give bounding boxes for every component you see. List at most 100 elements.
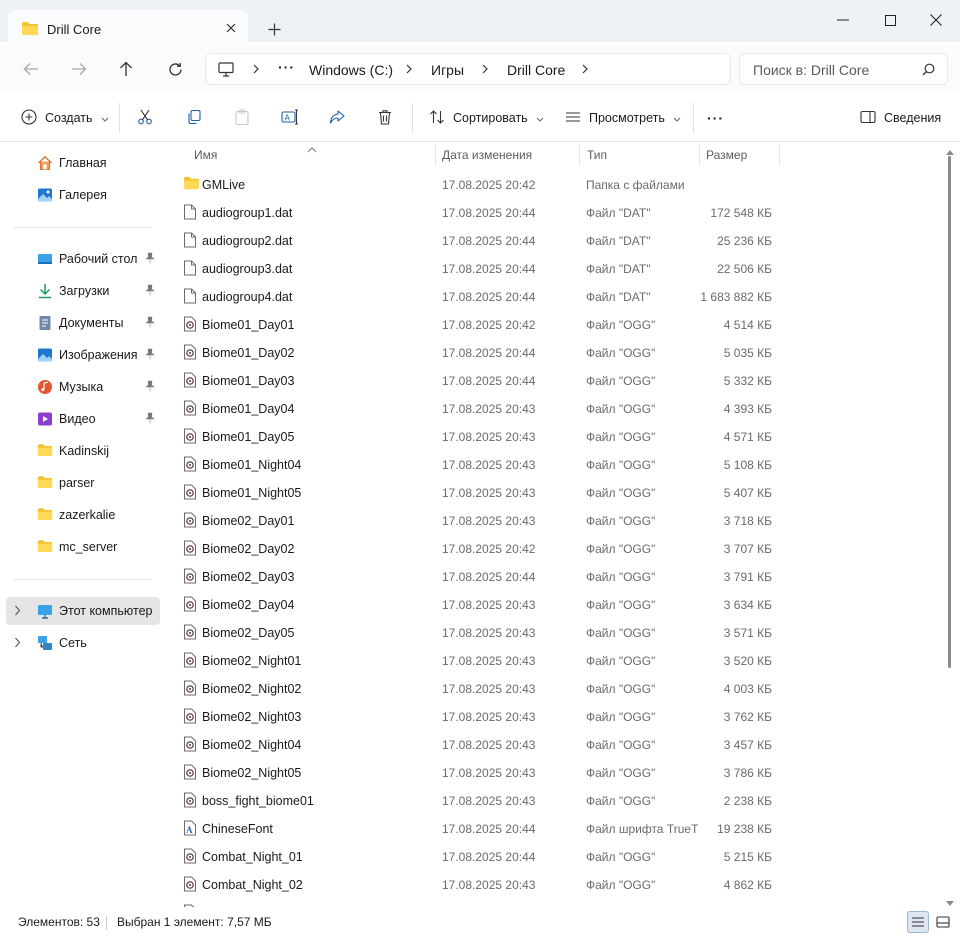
file-row[interactable]: Biome02_Day05 17.08.2025 20:43 Файл "OGG" 3… [163, 618, 943, 646]
file-row[interactable]: Combat_Night_01 17.08.2025 20:44 Файл "OGG… [163, 842, 943, 870]
nav-item-network[interactable]: Сеть [6, 629, 160, 657]
chevron-right-icon[interactable] [581, 62, 589, 79]
file-row[interactable]: boss_fight_biome01 17.08.2025 20:43 Файл "… [163, 786, 943, 814]
nav-item-desktop[interactable]: Рабочий стол [6, 245, 160, 273]
file-row[interactable]: Biome01_Day03 17.08.2025 20:44 Файл "OGG" 5… [163, 366, 943, 394]
address-bar[interactable]: ··· Windows (C:) Игры Drill Core [205, 53, 731, 85]
nav-item-gallery[interactable]: Галерея [6, 181, 160, 209]
nav-item-documents[interactable]: Документы [6, 309, 160, 337]
close-window-button[interactable] [923, 8, 949, 32]
file-row[interactable]: audiogroup1.dat 17.08.2025 20:44 Файл "DAT… [163, 198, 943, 226]
nav-item-home[interactable]: Главная [6, 149, 160, 177]
chevron-down-icon [101, 111, 109, 125]
file-row[interactable]: Biome02_Night04 17.08.2025 20:43 Файл "OGG… [163, 730, 943, 758]
column-header-type[interactable]: Тип [587, 142, 607, 168]
nav-item-downloads[interactable]: Загрузки [6, 277, 160, 305]
chevron-right-icon[interactable] [481, 62, 489, 79]
file-row[interactable]: Biome02_Night03 17.08.2025 20:43 Файл "OGG… [163, 702, 943, 730]
file-row[interactable]: Biome02_Day03 17.08.2025 20:44 Файл "OGG" 3… [163, 562, 943, 590]
details-button[interactable]: Сведения [860, 106, 941, 130]
file-row[interactable]: Combat_Night_02 17.08.2025 20:43 Файл "OGG… [163, 870, 943, 898]
chevron-right-icon[interactable] [252, 62, 260, 79]
search-box[interactable] [739, 53, 948, 85]
vertical-scrollbar[interactable] [943, 142, 957, 907]
pin-icon[interactable] [145, 284, 155, 299]
file-type: Файл "OGG" [586, 542, 656, 556]
create-button[interactable]: Создать [21, 106, 109, 130]
share-button[interactable] [329, 106, 345, 130]
back-button[interactable] [19, 57, 43, 81]
chevron-right-icon[interactable] [14, 605, 21, 619]
nav-item-folder-zazerkalie[interactable]: zazerkalie [6, 501, 160, 529]
file-row[interactable]: Biome02_Day01 17.08.2025 20:43 Файл "OGG" 3… [163, 506, 943, 534]
file-row[interactable]: Biome02_Day04 17.08.2025 20:43 Файл "OGG" 3… [163, 590, 943, 618]
pin-icon[interactable] [145, 380, 155, 395]
refresh-button[interactable] [163, 57, 187, 81]
nav-item-video[interactable]: Видео [6, 405, 160, 433]
search-icon[interactable] [922, 63, 935, 79]
file-date: 17.08.2025 20:43 [442, 486, 536, 500]
file-row[interactable]: Biome01_Day04 17.08.2025 20:43 Файл "OGG" 4… [163, 394, 943, 422]
file-row[interactable]: Biome02_Night01 17.08.2025 20:43 Файл "OGG… [163, 646, 943, 674]
file-row[interactable]: Biome02_Night02 17.08.2025 20:43 Файл "OGG… [163, 674, 943, 702]
file-row[interactable]: audiogroup2.dat 17.08.2025 20:44 Файл "DAT… [163, 226, 943, 254]
file-row[interactable]: audiogroup4.dat 17.08.2025 20:44 Файл "DAT… [163, 282, 943, 310]
nav-item-folder-parser[interactable]: parser [6, 469, 160, 497]
rename-button[interactable]: A [281, 106, 299, 130]
file-row[interactable]: Combat_Night_0317.08.2025 20:44Файл "OGG… [163, 898, 943, 907]
search-input[interactable] [753, 61, 923, 79]
file-row[interactable]: audiogroup3.dat 17.08.2025 20:44 Файл "DAT… [163, 254, 943, 282]
tab-drill-core[interactable]: Drill Core [8, 10, 248, 46]
column-divider[interactable] [779, 144, 780, 166]
file-row[interactable]: Biome01_Day01 17.08.2025 20:42 Файл "OGG" 4… [163, 310, 943, 338]
file-row[interactable]: Biome02_Night05 17.08.2025 20:43 Файл "OGG… [163, 758, 943, 786]
details-view-button[interactable] [907, 911, 929, 933]
minimize-button[interactable] [830, 8, 856, 32]
forward-button[interactable] [67, 57, 91, 81]
nav-item-folder-mc-server[interactable]: mc_server [6, 533, 160, 561]
more-options-button[interactable]: ··· [707, 106, 724, 130]
file-row[interactable]: Biome01_Night05 17.08.2025 20:43 Файл "OGG… [163, 478, 943, 506]
copy-button[interactable] [186, 106, 202, 130]
column-header-date[interactable]: Дата изменения [442, 142, 532, 168]
column-divider[interactable] [579, 144, 580, 166]
chevron-right-icon[interactable] [14, 637, 21, 651]
sort-button[interactable]: Сортировать [429, 106, 544, 130]
pin-icon[interactable] [145, 412, 155, 427]
maximize-button[interactable] [877, 8, 903, 32]
divider [14, 579, 152, 580]
new-tab-button[interactable] [264, 19, 284, 39]
network-icon [37, 635, 53, 651]
pin-icon[interactable] [145, 316, 155, 331]
scrollbar-thumb[interactable] [948, 156, 951, 668]
file-row[interactable]: Biome01_Day05 17.08.2025 20:43 Файл "OGG" 4… [163, 422, 943, 450]
column-header-size[interactable]: Размер [706, 142, 747, 168]
paste-button[interactable] [234, 106, 250, 130]
pin-icon[interactable] [145, 348, 155, 363]
up-button[interactable] [114, 57, 138, 81]
file-row[interactable]: A ChineseFont 17.08.2025 20:44 Файл шрифта … [163, 814, 943, 842]
column-header-name[interactable]: Имя [194, 142, 217, 168]
pin-icon[interactable] [145, 252, 155, 267]
file-type: Файл "OGG" [586, 374, 656, 388]
delete-button[interactable] [377, 106, 393, 130]
breadcrumb-games[interactable]: Игры [431, 62, 464, 78]
chevron-right-icon[interactable] [405, 62, 413, 79]
breadcrumb-drive[interactable]: Windows (C:) [309, 62, 393, 78]
file-row[interactable]: Biome01_Night04 17.08.2025 20:43 Файл "OGG… [163, 450, 943, 478]
nav-item-pictures[interactable]: Изображения [6, 341, 160, 369]
nav-item-folder-kadinskij[interactable]: Kadinskij [6, 437, 160, 465]
cut-button[interactable] [137, 106, 153, 130]
nav-item-this-pc[interactable]: Этот компьютер [6, 597, 160, 625]
file-row[interactable]: Biome02_Day02 17.08.2025 20:42 Файл "OGG" 3… [163, 534, 943, 562]
breadcrumb-overflow[interactable]: ··· [278, 59, 295, 75]
breadcrumb-drill-core[interactable]: Drill Core [507, 62, 565, 78]
view-button[interactable]: Просмотреть [565, 106, 681, 130]
file-row[interactable]: GMLive 17.08.2025 20:42 Папка с файлами [163, 170, 943, 198]
file-row[interactable]: Biome01_Day02 17.08.2025 20:44 Файл "OGG" 5… [163, 338, 943, 366]
close-tab-icon[interactable] [222, 19, 240, 37]
column-divider[interactable] [699, 144, 700, 166]
column-divider[interactable] [435, 144, 436, 166]
nav-item-music[interactable]: Музыка [6, 373, 160, 401]
tiles-view-button[interactable] [932, 911, 954, 933]
